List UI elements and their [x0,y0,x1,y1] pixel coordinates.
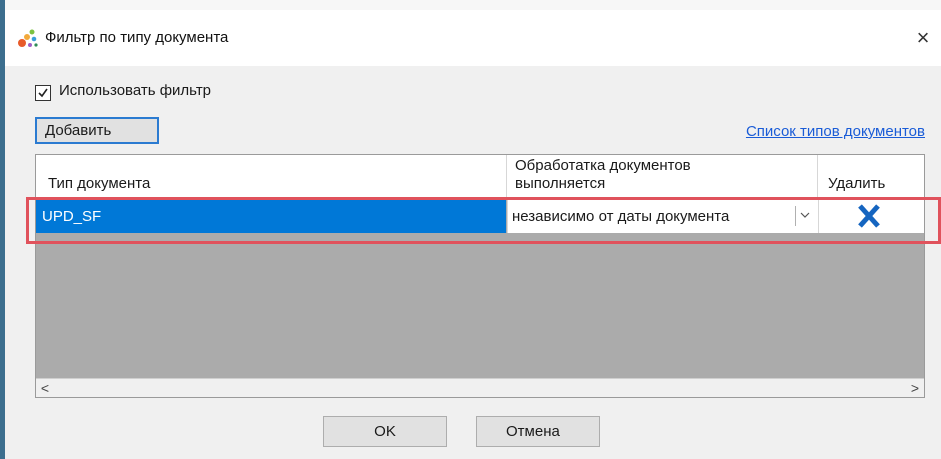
app-logo-icon [17,28,39,50]
dialog-title: Фильтр по типу документа [45,29,229,46]
horizontal-scrollbar[interactable]: < > [36,378,924,397]
document-types-link[interactable]: Список типов документов [746,123,925,140]
close-button[interactable]: × [905,20,941,56]
column-header-processing[interactable]: Обработатка документов выполняется [507,155,818,199]
column-header-delete[interactable]: Удалить [818,155,924,199]
doc-type-cell[interactable]: UPD_SF [36,200,506,233]
scroll-left-arrow[interactable]: < [36,379,54,397]
checkmark-icon [38,88,48,98]
processing-mode-select[interactable]: независимо от даты документа [507,200,818,233]
use-filter-label[interactable]: Использовать фильтр [59,82,211,99]
document-types-grid: Тип документа Обработатка документов вып… [35,154,925,398]
dialog-titlebar: Фильтр по типу документа × [5,10,941,66]
cancel-button[interactable]: Отмена [476,416,600,447]
window-top-strip [0,0,941,10]
column-header-doc-type[interactable]: Тип документа [36,155,507,199]
add-button[interactable]: Добавить [35,117,159,144]
dropdown-button[interactable] [795,206,814,226]
dialog-body: Использовать фильтр Добавить Список типо… [5,66,941,459]
chevron-down-icon [800,212,810,218]
grid-header: Тип документа Обработатка документов вып… [36,155,924,200]
ok-button[interactable]: OK [323,416,447,447]
table-row[interactable]: UPD_SF независимо от даты документа [36,200,924,233]
delete-x-icon[interactable] [857,203,881,229]
scroll-right-arrow[interactable]: > [906,379,924,397]
use-filter-checkbox[interactable] [35,85,51,101]
delete-cell[interactable] [818,200,924,233]
processing-mode-value: независимо от даты документа [512,208,730,225]
